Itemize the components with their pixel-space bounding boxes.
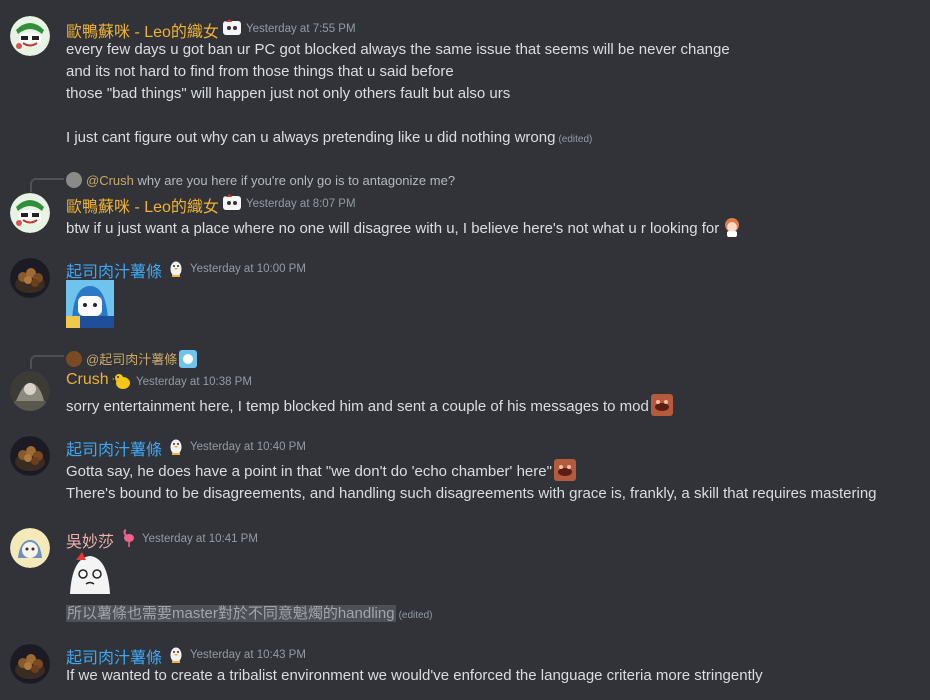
message-line: every few days u got ban ur PC got block…	[66, 41, 730, 58]
avatar-wu[interactable]	[10, 528, 50, 568]
reply-preview[interactable]: @Crush why are you here if you're only g…	[66, 172, 455, 188]
reply-mention[interactable]: @Crush	[86, 173, 134, 188]
message-text: I just cant figure out why can u always …	[66, 129, 556, 146]
reply-mention[interactable]: @起司肉汁薯條	[86, 352, 177, 367]
reply-avatar	[66, 351, 82, 367]
timestamp: Yesterday at 10:40 PM	[190, 441, 306, 453]
message-text: btw if u just want a place where no one …	[66, 220, 720, 237]
message-text: Gotta say, he does have a point in that …	[66, 463, 552, 480]
avatar-leo[interactable]	[10, 193, 50, 233]
message-line: and its not hard to find from those thin…	[66, 63, 454, 80]
message-text: sorry entertainment here, I temp blocked…	[66, 398, 649, 415]
penguin-badge-icon	[166, 644, 186, 664]
message-line: 所以薯條也需要master對於不同意魁燭的handling (edited)	[66, 602, 432, 623]
timestamp: Yesterday at 10:43 PM	[190, 649, 306, 661]
role-badge-icon	[222, 193, 242, 213]
flamingo-badge-icon	[118, 528, 138, 548]
message-line: sorry entertainment here, I temp blocked…	[66, 394, 673, 416]
reply-preview[interactable]: @起司肉汁薯條	[66, 349, 198, 368]
author-name[interactable]: Crush	[66, 371, 109, 389]
author-name[interactable]: 歐鴨蘇咪 - Leo的織女	[66, 18, 219, 42]
edited-label: (edited)	[558, 134, 593, 145]
spoiler-text[interactable]: 所以薯條也需要master對於不同意魁燭的handling	[66, 605, 396, 622]
face-emoji-icon	[553, 459, 576, 481]
timestamp: Yesterday at 10:38 PM	[136, 376, 252, 388]
reply-spine	[30, 178, 64, 192]
avatar-fries[interactable]	[10, 644, 50, 684]
avatar-crush[interactable]	[10, 371, 50, 411]
author-name[interactable]: 起司肉汁薯條	[66, 258, 162, 282]
girl-emoji-icon	[721, 216, 743, 238]
chick-badge-icon	[112, 371, 132, 391]
timestamp: Yesterday at 7:55 PM	[246, 23, 356, 35]
message-line: btw if u just want a place where no one …	[66, 216, 743, 238]
sticker-image[interactable]	[66, 280, 114, 328]
author-name[interactable]: 起司肉汁薯條	[66, 644, 162, 668]
message-line: There's bound to be disagreements, and h…	[66, 485, 877, 502]
role-badge-icon	[222, 18, 242, 38]
sticker-image[interactable]	[66, 550, 114, 598]
message-line: I just cant figure out why can u always …	[66, 129, 592, 146]
penguin-badge-icon	[166, 258, 186, 278]
penguin-badge-icon	[166, 436, 186, 456]
author-name[interactable]: 歐鴨蘇咪 - Leo的織女	[66, 193, 219, 217]
edited-label: (edited)	[398, 610, 433, 621]
avatar-fries[interactable]	[10, 258, 50, 298]
message-line: If we wanted to create a tribalist envir…	[66, 667, 763, 684]
sticker-preview-icon	[179, 350, 198, 368]
reply-text: why are you here if you're only go is to…	[137, 173, 456, 188]
reply-spine	[30, 355, 64, 369]
reply-avatar	[66, 172, 82, 188]
timestamp: Yesterday at 10:00 PM	[190, 263, 306, 275]
timestamp: Yesterday at 8:07 PM	[246, 198, 356, 210]
timestamp: Yesterday at 10:41 PM	[142, 533, 258, 545]
message-line: those "bad things" will happen just not …	[66, 85, 511, 102]
face-emoji-icon	[650, 394, 673, 416]
avatar-leo[interactable]	[10, 16, 50, 56]
message-line: Gotta say, he does have a point in that …	[66, 459, 576, 481]
author-name[interactable]: 吳妙莎	[66, 528, 114, 552]
avatar-fries[interactable]	[10, 436, 50, 476]
author-name[interactable]: 起司肉汁薯條	[66, 436, 162, 460]
